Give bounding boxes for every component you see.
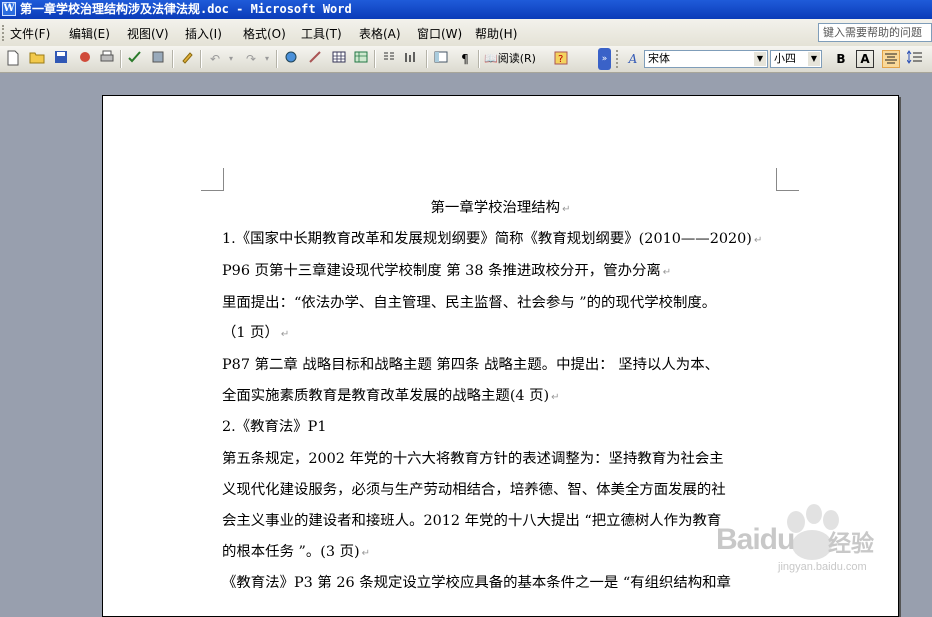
insert-excel-icon[interactable] (352, 50, 370, 68)
text-run: 义现代化建设服务，必须与生产劳动相结合，培养德、智、体美全方面发展的社 (222, 482, 726, 498)
paragraph-mark: ↵ (562, 204, 571, 215)
toolbar-separator (426, 50, 428, 68)
doc-line[interactable]: 1.《国家中长期教育改革和发展规划纲要》简称《教育规划纲要》(2010——202… (222, 229, 762, 251)
text-run: 的根本任务 ”。(3 页) (222, 544, 360, 560)
text-run: （1 页） (222, 325, 279, 341)
menu-bar: 文件(F) 编辑(E) 视图(V) 插入(I) 格式(O) 工具(T) 表格(A… (0, 19, 932, 46)
toolbar: ↶ ▾ ↷ ▾ ¶ 📖阅读(R) ? » A 宋体 ▼ 小四 ▼ B A (0, 46, 932, 73)
menu-file[interactable]: 文件(F) (10, 25, 50, 42)
doc-line[interactable]: （1 页） ↵ (222, 323, 289, 345)
margin-crop-mark (776, 168, 799, 191)
paragraph-mark: ↵ (280, 329, 290, 340)
undo-dropdown-icon[interactable]: ▾ (222, 50, 240, 68)
help-search-input[interactable]: 键入需要帮助的问题 (818, 23, 932, 42)
text-run: 第一章学校治理结构 (430, 200, 561, 216)
drawing-icon[interactable] (402, 50, 420, 68)
toolbar-separator (374, 50, 376, 68)
menu-help[interactable]: 帮助(H) (475, 25, 517, 42)
window-title: 第一章学校治理结构涉及法律法规.doc - Microsoft Word (20, 2, 352, 16)
menu-insert[interactable]: 插入(I) (185, 25, 222, 42)
toolbar-separator (120, 50, 122, 68)
bold-button[interactable]: B (832, 50, 850, 68)
read-button[interactable]: 📖阅读(R) (484, 50, 546, 68)
save-icon[interactable] (52, 50, 70, 68)
text-run: P96 页第十三章建设现代学校制度 第 38 条推进政校分开，管办分离 (222, 263, 661, 279)
text-run: 里面提出：“依法办学、自主管理、民主监督、社会参与 ”的的现代学校制度。 (222, 295, 717, 311)
doc-line[interactable]: 里面提出：“依法办学、自主管理、民主监督、社会参与 ”的的现代学校制度。 (222, 293, 716, 313)
paragraph-mark: ↵ (551, 392, 560, 403)
text-run: 第五条规定，2002 年党的十六大将教育方针的表述调整为：坚持教育为社会主 (222, 451, 724, 467)
doc-line[interactable]: P87 第二章 战略目标和战略主题 第四条 战略主题。中提出： 坚持以人为本、 (222, 355, 719, 375)
permission-icon[interactable] (76, 50, 94, 68)
watermark-url: jingyan.baidu.com (778, 561, 867, 573)
paragraph-mark: ↵ (361, 548, 371, 559)
read-button-label: 阅读(R) (497, 52, 536, 65)
doc-line[interactable]: 全面实施素质教育是教育改革发展的战略主题(4 页) ↵ (222, 386, 560, 408)
doc-line[interactable]: 的根本任务 ”。(3 页) ↵ (222, 542, 370, 564)
tables-borders-icon[interactable] (306, 50, 324, 68)
watermark-sub: 经验 (828, 531, 874, 557)
insert-table-icon[interactable] (330, 50, 348, 68)
menu-view[interactable]: 视图(V) (127, 25, 169, 42)
columns-icon[interactable] (380, 50, 398, 68)
open-folder-icon[interactable] (28, 50, 46, 68)
format-painter-icon[interactable] (178, 50, 196, 68)
text-run: 2.《教育法》P1 (222, 419, 327, 435)
text-run: 会主义事业的建设者和接班人。2012 年党的十八大提出 “把立德树人作为教育 (222, 513, 722, 529)
chevron-down-icon[interactable]: ▼ (808, 52, 820, 66)
doc-line[interactable]: 《教育法》P3 第 26 条规定设立学校应具备的基本条件之一是 “有组织结构和章 (222, 573, 731, 593)
toolbar-separator (172, 50, 174, 68)
menu-tools[interactable]: 工具(T) (301, 25, 342, 42)
paragraph-mark: ↵ (662, 267, 672, 278)
menu-format[interactable]: 格式(O) (243, 25, 286, 42)
redo-dropdown-icon[interactable]: ▾ (258, 50, 276, 68)
help-assistant-icon[interactable]: ? (552, 50, 570, 68)
center-align-button[interactable] (882, 50, 900, 68)
styles-pane-icon[interactable]: A (624, 50, 642, 68)
doc-line[interactable]: 第五条规定，2002 年党的十六大将教育方针的表述调整为：坚持教育为社会主 (222, 449, 724, 469)
research-icon[interactable] (150, 50, 168, 68)
font-name-select[interactable]: 宋体 ▼ (644, 50, 768, 68)
watermark-brand: Baidu (716, 523, 795, 556)
chevron-down-icon[interactable]: ▼ (754, 52, 766, 66)
toolbar-separator (478, 50, 480, 68)
paragraph-mark: ↵ (753, 235, 763, 246)
line-spacing-icon[interactable] (906, 50, 924, 68)
doc-line[interactable]: 义现代化建设服务，必须与生产劳动相结合，培养德、智、体美全方面发展的社 (222, 480, 726, 500)
font-name-value: 宋体 (648, 52, 670, 65)
toolbar-separator (276, 50, 278, 68)
book-icon: 📖 (484, 52, 498, 65)
text-run: 《教育法》P3 第 26 条规定设立学校应具备的基本条件之一是 “有组织结构和章 (222, 575, 731, 591)
menu-edit[interactable]: 编辑(E) (69, 25, 110, 42)
document-heading[interactable]: 第一章学校治理结构 ↵ (103, 198, 898, 220)
new-document-icon[interactable] (4, 50, 22, 68)
hyperlink-icon[interactable] (282, 50, 300, 68)
font-size-value: 小四 (774, 52, 796, 65)
print-icon[interactable] (98, 50, 116, 68)
text-run: 全面实施素质教育是教育改革发展的战略主题(4 页) (222, 388, 550, 404)
doc-line[interactable]: 会主义事业的建设者和接班人。2012 年党的十八大提出 “把立德树人作为教育 (222, 511, 721, 531)
character-border-button[interactable]: A (856, 50, 874, 68)
toolbar-grip-handle[interactable] (616, 50, 624, 68)
doc-line[interactable]: P96 页第十三章建设现代学校制度 第 38 条推进政校分开，管办分离 ↵ (222, 261, 671, 283)
text-run: 1.《国家中长期教育改革和发展规划纲要》简称《教育规划纲要》(2010——202… (222, 231, 752, 247)
menu-window[interactable]: 窗口(W) (417, 25, 462, 42)
title-bar: W 第一章学校治理结构涉及法律法规.doc - Microsoft Word (0, 0, 932, 19)
doc-line[interactable]: 2.《教育法》P1 (222, 417, 327, 437)
menu-grip-handle[interactable] (2, 25, 7, 41)
text-run: P87 第二章 战略目标和战略主题 第四条 战略主题。中提出： 坚持以人为本、 (222, 357, 719, 373)
font-size-select[interactable]: 小四 ▼ (770, 50, 822, 68)
svg-text:?: ? (558, 54, 563, 65)
menu-table[interactable]: 表格(A) (359, 25, 401, 42)
toolbar-options-chevron-icon[interactable]: » (598, 48, 611, 70)
word-app-icon[interactable]: W (2, 2, 16, 16)
show-hide-marks-icon[interactable]: ¶ (456, 50, 474, 68)
document-map-icon[interactable] (432, 50, 450, 68)
toolbar-separator (200, 50, 202, 68)
spelling-check-icon[interactable] (126, 50, 144, 68)
margin-crop-mark (201, 168, 224, 191)
